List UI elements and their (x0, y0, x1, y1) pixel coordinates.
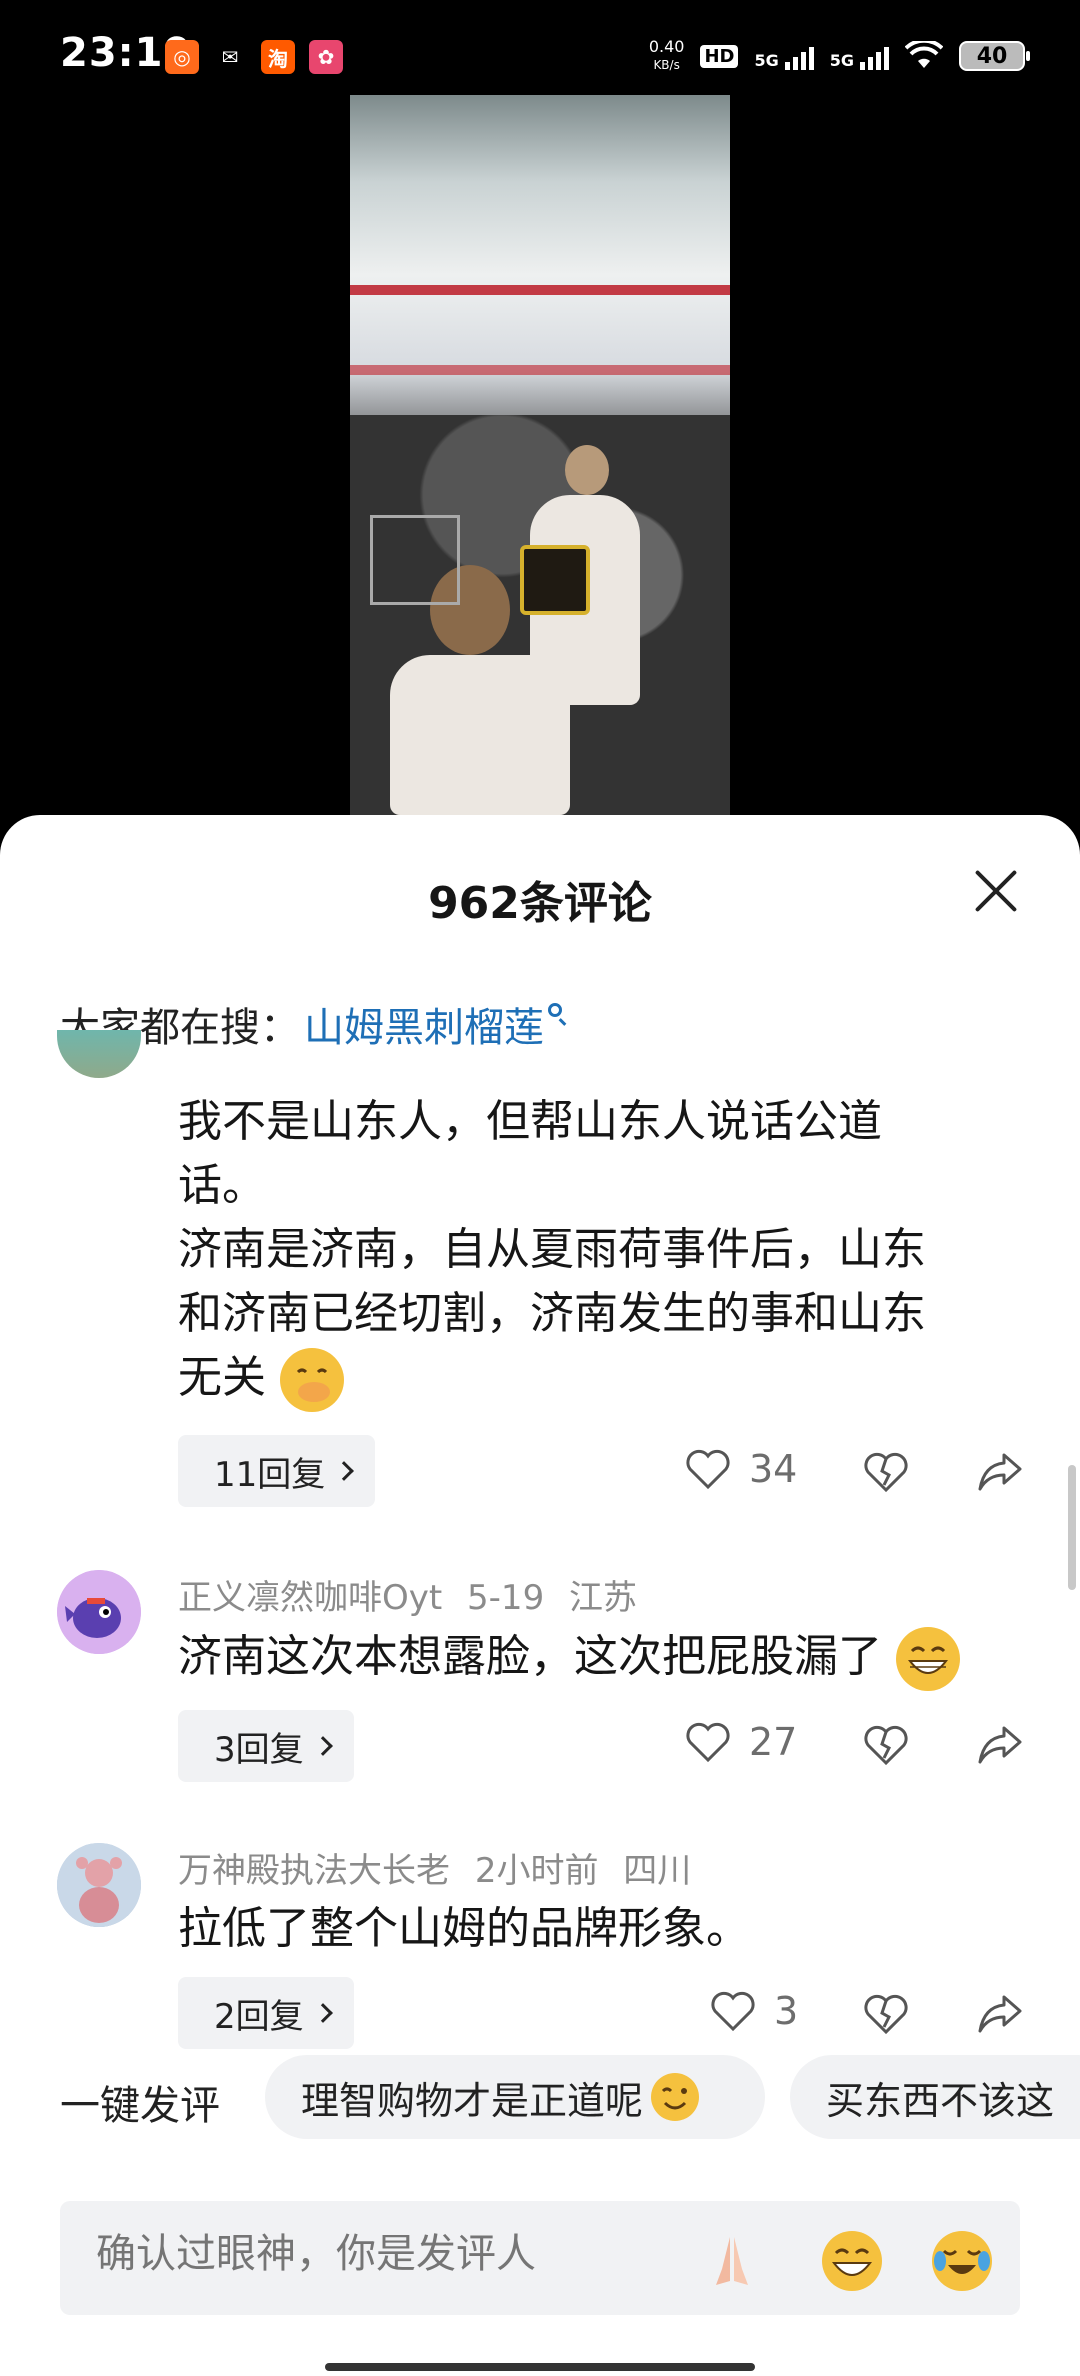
comment-location: 江苏 (569, 1578, 638, 1618)
replies-button[interactable]: 3回复 (178, 1710, 354, 1782)
like-count: 34 (749, 1447, 798, 1491)
username[interactable]: 正义凛然咖啡Oyt (178, 1578, 442, 1618)
shelf-decor (350, 285, 730, 295)
comments-sheet: 962条评论 大家都在搜： 山姆黑刺榴莲 我不是山东人，但帮山东人说话公道 话。… (0, 815, 1080, 2376)
network-label-2: 5G (829, 51, 854, 70)
replies-button[interactable]: 2回复 (178, 1977, 354, 2049)
avatar[interactable] (57, 1570, 141, 1654)
comment-meta: 正义凛然咖啡Oyt 5-19 江苏 (178, 1570, 637, 1619)
like-count: 27 (749, 1720, 798, 1764)
grinning-emoji-icon (896, 1627, 960, 1691)
search-icon[interactable] (548, 1003, 562, 1017)
comment-input[interactable] (96, 2231, 656, 2277)
wifi-icon (905, 41, 943, 68)
chip-label: 买东西不该这 (826, 2078, 1055, 2123)
comments-title: 962条评论 (428, 878, 652, 929)
replies-button[interactable]: 11回复 (178, 1435, 376, 1507)
dislike-heart-icon[interactable] (862, 1722, 910, 1766)
person-head (565, 445, 609, 495)
net-speed: 0.40 KB/s (649, 38, 685, 74)
heart-icon[interactable] (710, 1990, 756, 2032)
taobao-icon: 淘 (261, 40, 295, 74)
net-speed-value: 0.40 (648, 37, 685, 56)
home-indicator[interactable] (325, 2363, 755, 2371)
wechat-icon: ✉ (213, 40, 247, 74)
chevron-right-icon (312, 2003, 333, 2023)
grin-emoji-icon[interactable] (820, 2229, 884, 2293)
like-control[interactable]: 34 (685, 1447, 797, 1491)
hd-icon: HD (700, 44, 739, 68)
chip-label: 理智购物才是正道呢 (301, 2078, 644, 2123)
signal-5g-icon-2: 5G (830, 42, 889, 70)
wink-emoji-icon (651, 2073, 700, 2121)
battery-level: 40 (976, 43, 1008, 69)
pray-emoji-icon[interactable] (700, 2229, 764, 2293)
net-speed-unit: KB/s (653, 58, 680, 72)
avatar[interactable] (57, 1030, 141, 1078)
comment-text: 济南这次本想露脸，这次把屁股漏了 (178, 1625, 1038, 1691)
heart-icon[interactable] (685, 1721, 731, 1763)
status-indicators: 0.40 KB/s HD 5G 5G 40 (649, 38, 1030, 74)
comment-date: 5-19 (467, 1578, 545, 1618)
quick-reply-chip[interactable]: 理智购物才是正道呢 (265, 2055, 765, 2139)
chevron-right-icon (312, 1736, 333, 1756)
comment-line: 和济南已经切割，济南发生的事和山东 (178, 1288, 926, 1339)
person-figure (390, 655, 570, 815)
battery-icon: 40 (959, 41, 1030, 71)
chevron-right-icon (334, 1461, 355, 1481)
heart-icon[interactable] (685, 1448, 731, 1490)
share-icon[interactable] (976, 1722, 1024, 1766)
comment-line-text: 无关 (178, 1352, 266, 1403)
hot-search-link[interactable]: 山姆黑刺榴莲 (304, 995, 544, 1053)
quick-reply-label: 一键发评 (60, 2083, 220, 2129)
kuaishou-icon: ◎ (165, 40, 199, 74)
comment-body: 拉低了整个山姆的品牌形象。 (178, 1903, 750, 1954)
share-icon[interactable] (976, 1449, 1024, 1493)
network-label-1: 5G (754, 51, 779, 70)
comment-line: 话。 (178, 1160, 266, 1211)
like-count: 3 (774, 1989, 799, 2033)
comment-meta: 万神殿执法大长老 2小时前 四川 (178, 1843, 691, 1892)
notification-app-icons: ◎ ✉ 淘 ✿ (165, 40, 343, 74)
lofter-icon: ✿ (309, 40, 343, 74)
signal-5g-icon: 5G (754, 42, 814, 70)
comment-line: 济南是济南，自从夏雨荷事件后，山东 (178, 1224, 926, 1275)
close-icon[interactable] (972, 867, 1020, 915)
covering-mouth-emoji-icon (280, 1348, 344, 1412)
comment-input-bar[interactable] (60, 2201, 1020, 2315)
status-bar: 23:19 ◎ ✉ 淘 ✿ 0.40 KB/s HD 5G 5G 40 (0, 0, 1080, 100)
video-player[interactable] (0, 95, 1080, 815)
dislike-heart-icon[interactable] (862, 1449, 910, 1493)
quick-reply-row: 一键发评 理智购物才是正道呢 买东西不该这 (0, 2055, 1080, 2145)
comment-text: 拉低了整个山姆的品牌形象。 (178, 1897, 1038, 1961)
video-frame[interactable] (350, 95, 730, 815)
comment-text: 我不是山东人，但帮山东人说话公道 话。 济南是济南，自从夏雨荷事件后，山东 和济… (178, 1090, 1038, 1412)
dislike-heart-icon[interactable] (862, 1991, 910, 2035)
quick-reply-chip[interactable]: 买东西不该这 (790, 2055, 1080, 2139)
comment-location: 四川 (623, 1851, 692, 1891)
durian-box (520, 545, 590, 615)
replies-label: 3回复 (214, 1729, 304, 1770)
like-control[interactable]: 27 (685, 1720, 797, 1764)
shopping-cart (370, 515, 460, 605)
username[interactable]: 万神殿执法大长老 (178, 1851, 450, 1891)
comment-date: 2小时前 (474, 1851, 599, 1891)
replies-label: 11回复 (214, 1454, 326, 1495)
comment-line: 无关 (178, 1346, 1038, 1412)
like-control[interactable]: 3 (710, 1989, 798, 2033)
shelf-decor (350, 365, 730, 375)
replies-label: 2回复 (214, 1996, 304, 2037)
scrollbar[interactable] (1068, 1465, 1076, 1590)
avatar[interactable] (57, 1843, 141, 1927)
comment-line: 我不是山东人，但帮山东人说话公道 (178, 1096, 882, 1147)
comment-body: 济南这次本想露脸，这次把屁股漏了 (178, 1631, 882, 1682)
tears-of-joy-emoji-icon[interactable] (930, 2229, 994, 2293)
share-icon[interactable] (976, 1991, 1024, 2035)
